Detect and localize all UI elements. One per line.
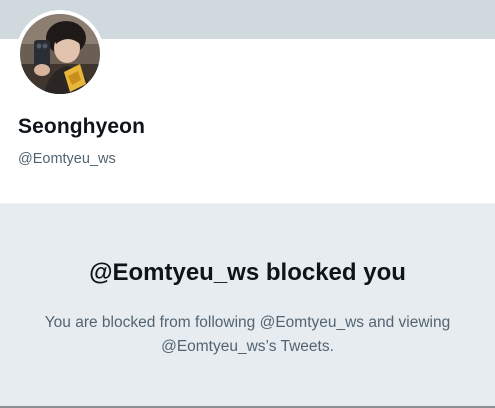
profile-display-name: Seonghyeon [18, 115, 146, 138]
blocked-message: You are blocked from following @Eomtyeu_… [44, 314, 451, 355]
profile-avatar[interactable] [16, 10, 104, 98]
profile-page: Seonghyeon @Eomtyeu_ws @Eomtyeu_ws block… [0, 0, 495, 408]
avatar-photo [20, 14, 100, 94]
blocked-title: @Eomtyeu_ws blocked you [89, 259, 406, 286]
profile-handle: @Eomtyeu_ws [18, 151, 116, 167]
blocked-notice: @Eomtyeu_ws blocked you You are blocked … [0, 203, 495, 408]
